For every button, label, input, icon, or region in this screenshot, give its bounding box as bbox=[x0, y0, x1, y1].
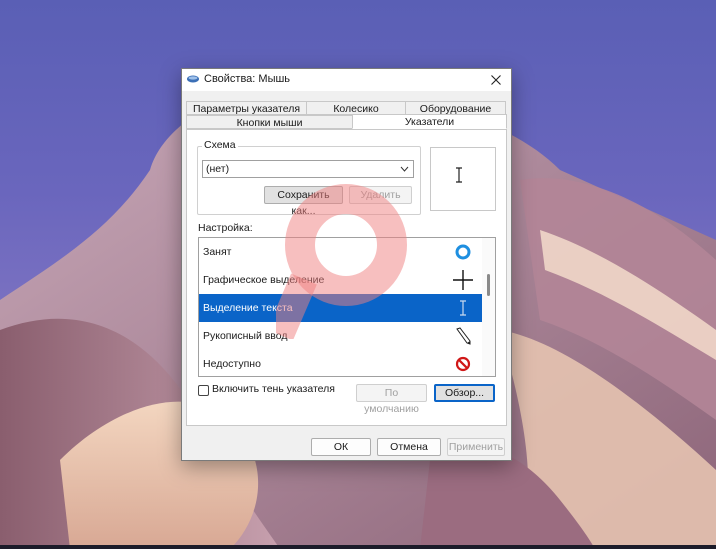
list-item-label: Недоступно bbox=[203, 358, 261, 370]
tab-hardware[interactable]: Оборудование bbox=[405, 101, 506, 115]
scheme-group-label: Схема bbox=[202, 139, 238, 151]
list-item[interactable]: Графическое выделение bbox=[199, 266, 483, 294]
close-icon bbox=[491, 75, 501, 85]
text-beam-icon bbox=[460, 300, 466, 316]
pointer-shadow-label: Включить тень указателя bbox=[212, 383, 335, 395]
scheme-select-value: (нет) bbox=[206, 163, 230, 175]
text-beam-icon bbox=[456, 167, 462, 183]
ok-button[interactable]: ОК bbox=[311, 438, 371, 456]
delete-scheme-button[interactable]: Удалить bbox=[349, 186, 412, 204]
list-scrollbar[interactable] bbox=[482, 238, 495, 376]
use-default-button[interactable]: По умолчанию bbox=[356, 384, 427, 415]
pointer-shadow-checkbox[interactable] bbox=[198, 385, 209, 396]
taskbar-edge bbox=[0, 545, 716, 549]
list-item[interactable]: Недоступно bbox=[199, 350, 483, 376]
tab-buttons[interactable]: Кнопки мыши bbox=[186, 115, 353, 129]
close-button[interactable] bbox=[481, 69, 511, 91]
list-item-label: Занят bbox=[203, 246, 232, 258]
list-item-label: Графическое выделение bbox=[203, 274, 325, 286]
save-as-button[interactable]: Сохранить как... bbox=[264, 186, 343, 217]
busy-ring-icon bbox=[455, 244, 471, 260]
apply-button[interactable]: Применить bbox=[447, 438, 505, 456]
tab-pointers[interactable]: Указатели bbox=[352, 114, 507, 129]
cursor-preview bbox=[430, 147, 496, 211]
list-item-label: Выделение текста bbox=[203, 302, 293, 314]
crosshair-icon bbox=[453, 270, 473, 290]
window-title: Свойства: Мышь bbox=[204, 73, 291, 85]
chevron-down-icon bbox=[400, 166, 409, 172]
cursor-list[interactable]: Занят Графическое выделение Выделение те… bbox=[198, 237, 496, 377]
tab-pointer-options[interactable]: Параметры указателя bbox=[186, 101, 307, 115]
list-item[interactable]: Выделение текста bbox=[199, 294, 483, 322]
mouse-icon bbox=[187, 75, 199, 83]
title-bar: Свойства: Мышь bbox=[182, 69, 511, 91]
customize-label: Настройка: bbox=[198, 222, 253, 234]
scrollbar-thumb[interactable] bbox=[487, 274, 490, 296]
list-item-label: Рукописный ввод bbox=[203, 330, 288, 342]
list-item[interactable]: Рукописный ввод bbox=[199, 322, 483, 350]
mouse-properties-dialog: Свойства: Мышь Параметры указателя Колес… bbox=[181, 68, 512, 461]
scheme-select[interactable]: (нет) bbox=[202, 160, 414, 178]
cancel-button[interactable]: Отмена bbox=[377, 438, 441, 456]
list-item[interactable]: Занят bbox=[199, 238, 483, 266]
pen-icon bbox=[456, 327, 471, 345]
tab-wheel[interactable]: Колесико bbox=[306, 101, 406, 115]
unavailable-icon bbox=[455, 356, 471, 372]
browse-button[interactable]: Обзор... bbox=[434, 384, 495, 402]
